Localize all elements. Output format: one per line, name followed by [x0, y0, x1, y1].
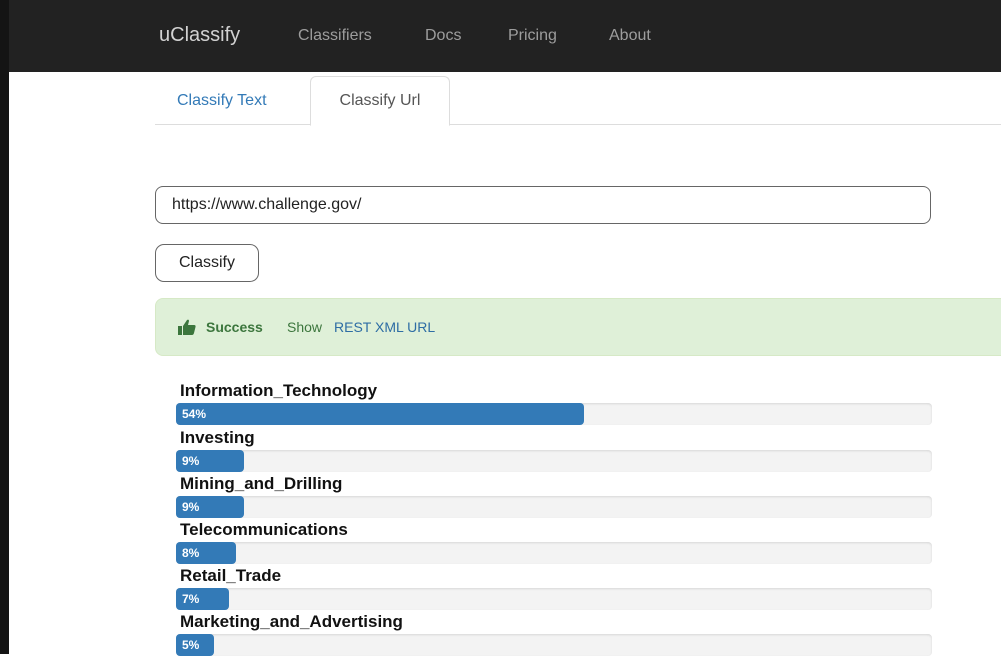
- window-edge: [0, 0, 9, 654]
- progress-track: 5%: [176, 634, 932, 656]
- tabs-divider: [155, 124, 1001, 125]
- success-alert: Success Show REST XML URL: [155, 298, 1001, 356]
- nav-item-docs[interactable]: Docs: [425, 27, 461, 45]
- classify-button[interactable]: Classify: [155, 244, 259, 282]
- progress-fill: 5%: [176, 634, 214, 656]
- progress-label: 9%: [182, 500, 200, 514]
- progress-label: 5%: [182, 638, 200, 652]
- result-name: Telecommunications: [180, 520, 348, 539]
- progress-fill: 54%: [176, 403, 585, 425]
- result-name: Retail_Trade: [180, 566, 282, 585]
- result-name: Information_Technology: [180, 381, 378, 400]
- progress-fill: 8%: [176, 542, 237, 564]
- progress-track: 9%: [176, 496, 932, 518]
- show-label: Show: [287, 319, 323, 335]
- progress-track: 8%: [176, 542, 932, 564]
- progress-fill: 9%: [176, 496, 245, 518]
- progress-track: 54%: [176, 403, 932, 425]
- progress-fill: 9%: [176, 450, 245, 472]
- nav-item-pricing[interactable]: Pricing: [508, 27, 557, 45]
- top-navbar: uClassify Classifiers Docs Pricing About: [9, 0, 1001, 72]
- nav-item-classifiers[interactable]: Classifiers: [298, 27, 372, 45]
- progress-label: 54%: [182, 407, 207, 421]
- tab-classify-url[interactable]: Classify Url: [310, 76, 450, 126]
- brand-logo[interactable]: uClassify: [159, 24, 240, 47]
- rest-xml-url-link[interactable]: REST XML URL: [334, 319, 435, 335]
- progress-track: 9%: [176, 450, 932, 472]
- tab-classify-text[interactable]: Classify Text: [155, 78, 305, 124]
- nav-item-about[interactable]: About: [609, 27, 651, 45]
- result-name: Mining_and_Drilling: [180, 474, 343, 493]
- result-name: Investing: [180, 428, 255, 447]
- thumbs-up-icon: [178, 319, 196, 335]
- result-name: Marketing_and_Advertising: [180, 612, 403, 631]
- success-label: Success: [206, 319, 263, 335]
- progress-label: 8%: [182, 546, 200, 560]
- progress-label: 9%: [182, 454, 200, 468]
- progress-track: 7%: [176, 588, 932, 610]
- progress-label: 7%: [182, 592, 200, 606]
- progress-fill: 7%: [176, 588, 229, 610]
- url-input[interactable]: [155, 186, 931, 224]
